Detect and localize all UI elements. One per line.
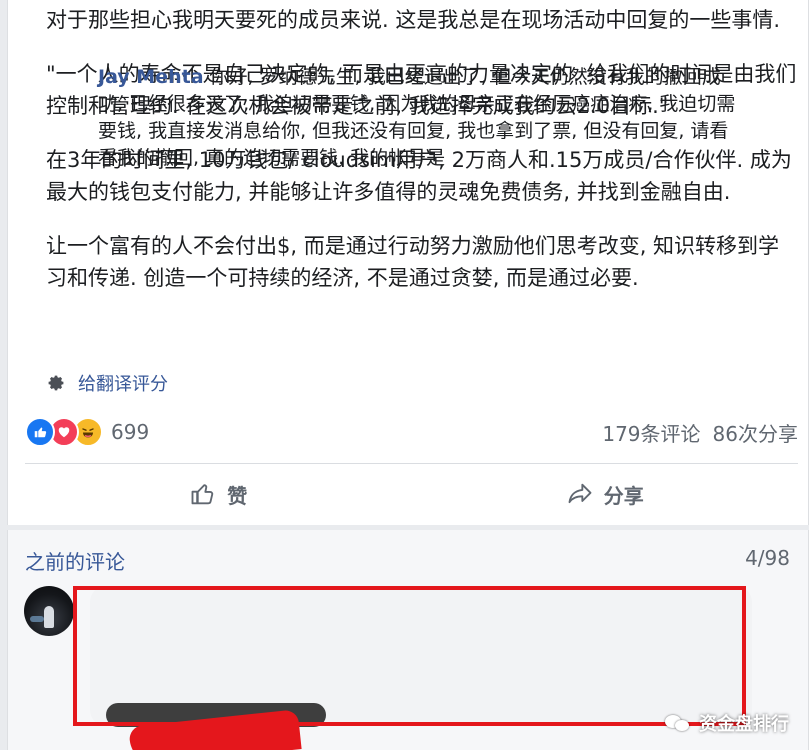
share-button[interactable]: 分享 xyxy=(412,464,799,524)
thumbs-up-icon xyxy=(191,484,214,505)
reaction-icons[interactable]: 699 xyxy=(25,417,149,447)
post-paragraph: 对于那些担心我明天要死的成员来说. 这是我总是在现场活动中回复的一些事情. xyxy=(46,8,781,32)
share-button-label: 分享 xyxy=(603,483,644,508)
like-button[interactable]: 赞 xyxy=(25,464,412,524)
shares-count-link[interactable]: 86次分享 xyxy=(713,418,798,447)
comment-author-link[interactable]: Jay Mehta xyxy=(98,66,204,88)
post-paragraph: 让一个富有的人不会付出$, 而是通过行动努力激励他们思考改变, 知识转移到学习和… xyxy=(46,234,780,290)
comment-body: Jay Mehta 你好, 罗纳德先生, 我已经退出了, 但今天仍然没有我的撤回成… xyxy=(98,64,738,172)
reaction-count[interactable]: 699 xyxy=(111,420,149,444)
watermark-text: 资金盘排行 xyxy=(699,714,789,735)
share-arrow-icon xyxy=(568,483,592,504)
avatar[interactable] xyxy=(24,586,74,636)
watermark: 资金盘排行 xyxy=(665,710,789,736)
like-button-label: 赞 xyxy=(227,483,248,508)
view-previous-comments-link[interactable]: 之前的评论 xyxy=(25,546,125,575)
gear-icon xyxy=(48,375,64,391)
post-actions: 赞 分享 xyxy=(25,464,798,524)
rate-translation-label: 给翻译评分 xyxy=(78,374,168,395)
reactions-summary: 699 179条评论 86次分享 xyxy=(25,414,798,450)
comment-highlight-box xyxy=(73,586,746,726)
comments-count-link[interactable]: 179条评论 xyxy=(602,418,700,447)
comment-pagination-count: 4/98 xyxy=(745,546,790,570)
post-stats: 179条评论 86次分享 xyxy=(602,418,798,447)
rate-translation-link[interactable]: 给翻译评分 xyxy=(46,368,168,398)
wechat-logo-icon xyxy=(665,713,691,733)
like-reaction-icon xyxy=(25,417,55,447)
